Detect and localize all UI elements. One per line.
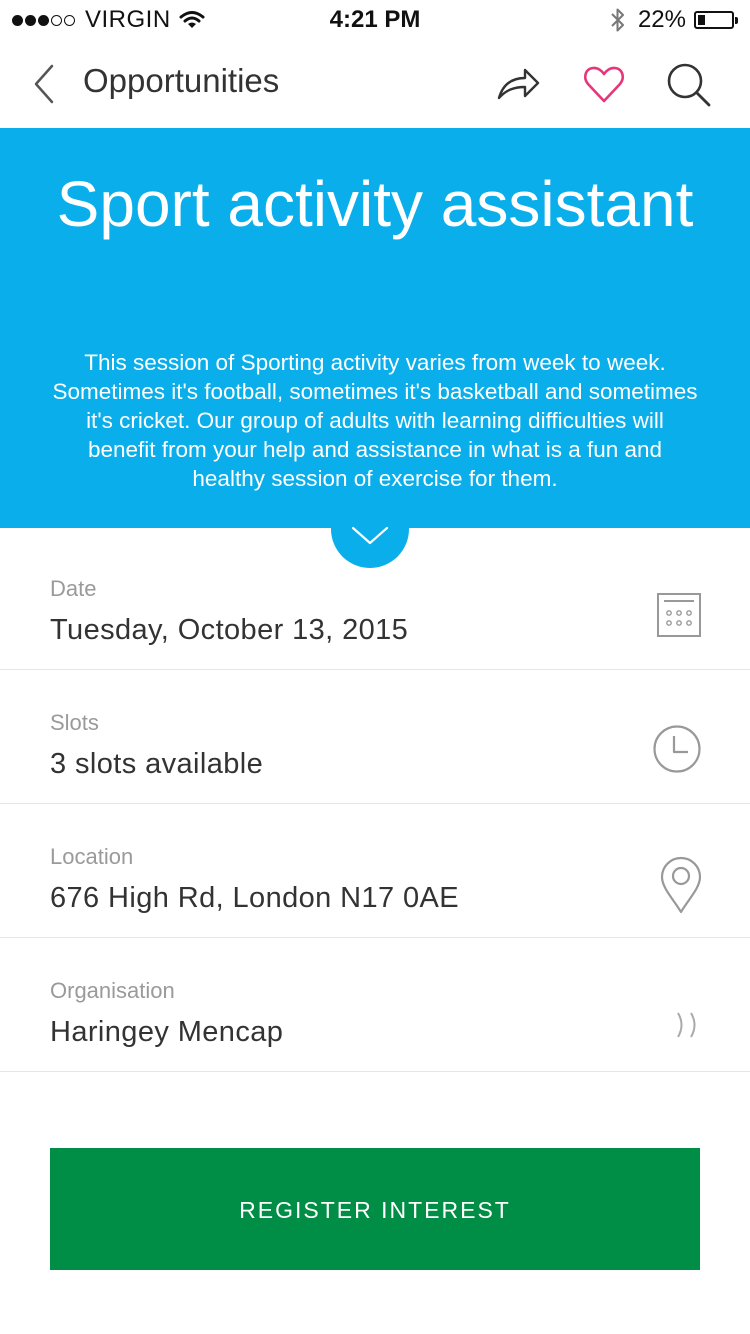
date-label: Date [50,576,97,601]
map-pin-icon [660,856,702,914]
slots-row[interactable]: Slots 3 slots available [0,670,750,804]
battery-icon [694,11,738,29]
date-value: Tuesday, October 13, 2015 [50,614,409,646]
opportunity-hero: Sport activity assistant This session of… [0,128,750,528]
bluetooth-icon [611,8,624,32]
page-title: Opportunities [83,62,280,99]
status-bar: VIRGIN 4:21 PM 22% [0,0,750,40]
share-icon[interactable] [494,60,542,108]
organisation-row[interactable]: Organisation Haringey Mencap [0,938,750,1072]
search-icon[interactable] [664,60,712,108]
organisation-value: Haringey Mencap [50,1016,284,1048]
slots-label: Slots [50,710,99,735]
clock-icon [653,725,701,773]
opportunity-title: Sport activity assistant [56,168,694,240]
location-row[interactable]: Location 676 High Rd, London N17 0AE [0,804,750,938]
organisation-label: Organisation [50,978,175,1003]
date-row[interactable]: Date Tuesday, October 13, 2015 [0,536,750,670]
register-interest-button[interactable]: REGISTER INTEREST [50,1148,700,1270]
organisation-logo-icon [677,1012,696,1038]
back-chevron-icon[interactable] [30,62,58,106]
status-right: 22% [610,6,738,34]
location-label: Location [50,844,134,869]
nav-bar: Opportunities [0,40,750,128]
opportunity-description: This session of Sporting activity varies… [52,350,698,491]
battery-fill [698,15,705,25]
location-value: 676 High Rd, London N17 0AE [50,882,460,914]
calendar-icon [657,593,701,637]
heart-icon[interactable] [580,60,628,108]
battery-cap [735,17,738,24]
battery-percent: 22% [637,6,686,33]
slots-value: 3 slots available [50,748,264,780]
